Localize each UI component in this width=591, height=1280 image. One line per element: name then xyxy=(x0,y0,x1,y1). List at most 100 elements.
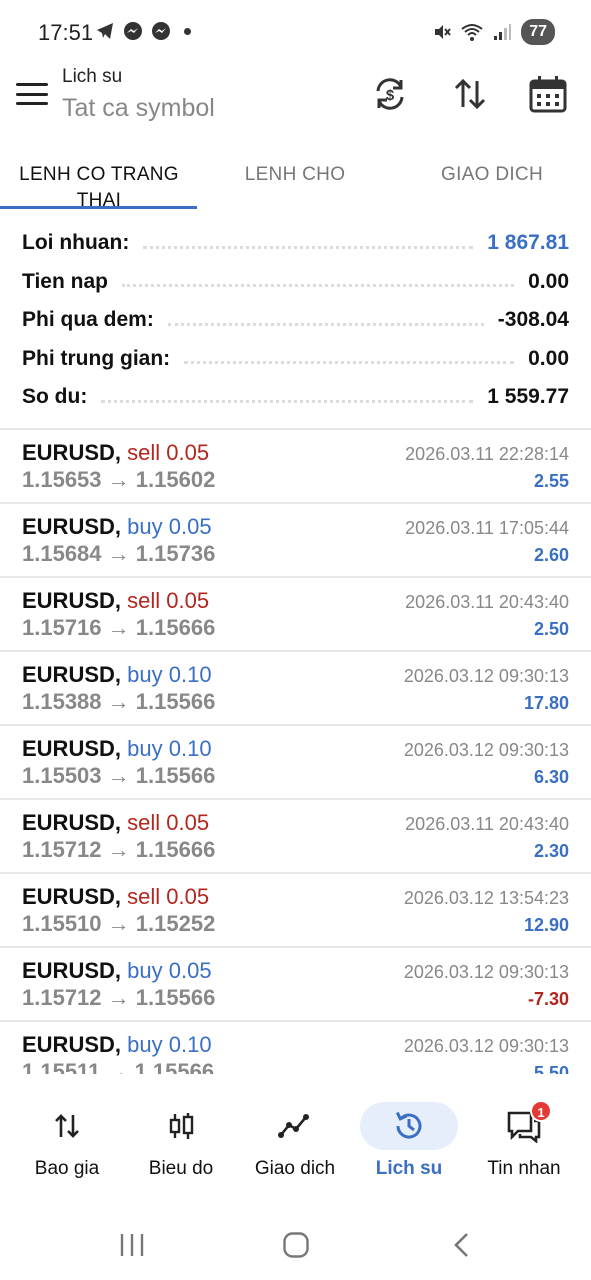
close-price: 1.15602 xyxy=(135,467,216,492)
nav-label: Giao dich xyxy=(254,1158,336,1179)
trade-side: sell xyxy=(127,810,161,835)
trade-time: 2026.03.11 20:43:40 xyxy=(405,814,569,834)
nav-label: Tin nhan xyxy=(487,1158,561,1179)
symbol-name: EURUSD, xyxy=(22,588,122,613)
nav-label: Bao gia xyxy=(34,1158,100,1179)
dotted-leader xyxy=(184,361,515,365)
symbol-name: EURUSD, xyxy=(22,1032,122,1057)
symbol-name: EURUSD, xyxy=(22,514,122,539)
trade-row[interactable]: EURUSD, sell 0.05 1.15712 → 1.15666 2026.0… xyxy=(0,800,591,874)
trade-time: 2026.03.11 17:05:44 xyxy=(405,518,569,538)
trade-prices: 1.15684 → 1.15736 xyxy=(22,541,215,567)
trade-prices: 1.15511 → 1.15566 xyxy=(22,1059,214,1074)
trade-row[interactable]: EURUSD, buy 0.10 1.15503 → 1.15566 2026.03… xyxy=(0,726,591,800)
summary-label: Phi qua dem: xyxy=(22,308,154,332)
arrow-right-icon: → xyxy=(107,911,130,936)
tab-pending-orders[interactable]: LENH CHO xyxy=(210,162,380,188)
trade-row[interactable]: EURUSD, buy 0.05 1.15684 → 1.15736 2026.03… xyxy=(0,504,591,578)
trade-symbol: EURUSD, buy 0.10 xyxy=(22,662,212,688)
nav-label: Lich su xyxy=(375,1158,443,1179)
sync-currency-icon[interactable]: $ xyxy=(368,72,412,116)
summary-panel: Loi nhuan: 1 867.81 Tien nap 0.00 Phi qu… xyxy=(0,224,591,417)
sort-icon[interactable] xyxy=(448,72,492,116)
bottom-navigation: Bao gia Bieu do Giao dich Lich su 1 Tin … xyxy=(0,1094,591,1204)
symbol-filter[interactable]: Tat ca symbol xyxy=(62,94,215,123)
trade-volume: 0.05 xyxy=(168,958,212,983)
close-price: 1.15252 xyxy=(135,911,216,936)
trade-symbol: EURUSD, buy 0.05 xyxy=(22,958,212,984)
recents-icon[interactable] xyxy=(112,1228,152,1262)
trade-row[interactable]: EURUSD, buy 0.10 1.15511 → 1.15566 2026.03… xyxy=(0,1022,591,1074)
summary-value: -308.04 xyxy=(497,308,569,332)
summary-label: Phi trung gian: xyxy=(22,346,171,370)
trade-side: sell xyxy=(127,588,161,613)
open-price: 1.15388 xyxy=(22,689,102,714)
summary-label: So du: xyxy=(22,385,88,409)
open-price: 1.15511 xyxy=(22,1059,101,1074)
trade-prices: 1.15716 → 1.15666 xyxy=(22,615,215,641)
calendar-icon[interactable] xyxy=(526,72,570,116)
nav-messages[interactable]: 1 Tin nhan xyxy=(465,1094,583,1204)
trade-row[interactable]: EURUSD, sell 0.05 1.15510 → 1.15252 2026.0… xyxy=(0,874,591,948)
trade-icon xyxy=(277,1108,313,1144)
trade-time: 2026.03.12 09:30:13 xyxy=(403,1036,569,1056)
trade-profit: 2.30 xyxy=(533,841,569,861)
trade-prices: 1.15653 → 1.15602 xyxy=(22,467,215,493)
trade-row[interactable]: EURUSD, buy 0.05 1.15712 → 1.15566 2026.03… xyxy=(0,948,591,1022)
tab-deals[interactable]: GIAO DICH xyxy=(406,162,578,188)
nav-chart[interactable]: Bieu do xyxy=(122,1094,240,1204)
trade-row[interactable]: EURUSD, sell 0.05 1.15716 → 1.15666 2026.0… xyxy=(0,578,591,652)
trade-volume: 0.05 xyxy=(166,440,210,465)
open-price: 1.15503 xyxy=(22,763,102,788)
messenger-icon xyxy=(122,20,144,42)
trade-symbol: EURUSD, buy 0.05 xyxy=(22,514,212,540)
symbol-name: EURUSD, xyxy=(22,440,122,465)
nav-history[interactable]: Lich su xyxy=(350,1094,468,1204)
dotted-leader xyxy=(167,322,484,326)
menu-icon[interactable] xyxy=(16,80,48,108)
summary-profit: Loi nhuan: 1 867.81 xyxy=(0,224,591,263)
trade-side: buy xyxy=(127,1032,163,1057)
summary-value: 1 867.81 xyxy=(487,231,569,255)
trade-row[interactable]: EURUSD, buy 0.10 1.15388 → 1.15566 2026.03… xyxy=(0,652,591,726)
back-icon[interactable] xyxy=(442,1228,482,1262)
trade-list[interactable]: EURUSD, sell 0.05 1.15653 → 1.15602 2026.0… xyxy=(0,430,591,1074)
summary-balance: So du: 1 559.77 xyxy=(0,378,591,417)
summary-swap: Phi qua dem: -308.04 xyxy=(0,301,591,340)
trade-side: sell xyxy=(127,440,161,465)
trade-time: 2026.03.12 09:30:13 xyxy=(403,740,569,760)
trade-prices: 1.15510 → 1.15252 xyxy=(22,911,215,937)
symbol-name: EURUSD, xyxy=(22,958,122,983)
history-icon xyxy=(391,1108,427,1144)
home-icon[interactable] xyxy=(276,1228,316,1262)
trade-symbol: EURUSD, sell 0.05 xyxy=(22,810,209,836)
messenger-icon xyxy=(150,20,172,42)
arrow-right-icon: → xyxy=(107,837,130,862)
battery-indicator: 77 xyxy=(521,19,555,45)
trade-row[interactable]: EURUSD, sell 0.05 1.15653 → 1.15602 2026.0… xyxy=(0,430,591,504)
page-title: Lich su xyxy=(62,66,123,87)
close-price: 1.15566 xyxy=(134,1059,215,1074)
close-price: 1.15666 xyxy=(135,615,216,640)
trade-profit: 6.30 xyxy=(533,767,569,787)
mute-icon xyxy=(431,21,453,43)
nav-trade[interactable]: Giao dich xyxy=(236,1094,354,1204)
nav-quotes[interactable]: Bao gia xyxy=(8,1094,126,1204)
arrow-right-icon: → xyxy=(107,541,130,566)
trade-volume: 0.10 xyxy=(168,736,212,761)
messages-icon: 1 xyxy=(506,1100,552,1144)
open-price: 1.15684 xyxy=(22,541,102,566)
trade-symbol: EURUSD, sell 0.05 xyxy=(22,588,209,614)
trade-volume: 0.10 xyxy=(168,1032,212,1057)
trade-volume: 0.05 xyxy=(166,588,210,613)
open-price: 1.15716 xyxy=(22,615,102,640)
trade-symbol: EURUSD, sell 0.05 xyxy=(22,440,209,466)
trade-profit: 2.60 xyxy=(533,545,569,565)
summary-label: Loi nhuan: xyxy=(22,231,130,255)
trade-time: 2026.03.12 13:54:23 xyxy=(403,888,569,908)
symbol-name: EURUSD, xyxy=(22,662,122,687)
trade-prices: 1.15503 → 1.15566 xyxy=(22,763,215,789)
trade-time: 2026.03.12 09:30:13 xyxy=(403,666,569,686)
open-price: 1.15712 xyxy=(22,985,102,1010)
active-tab-indicator xyxy=(0,206,197,209)
